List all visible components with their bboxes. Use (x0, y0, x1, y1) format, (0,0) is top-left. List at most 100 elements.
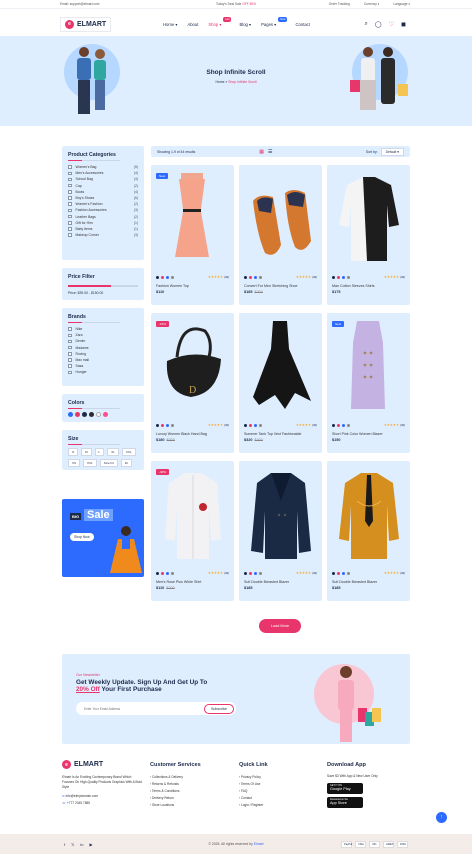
grid-view-icon[interactable]: ▦ (259, 149, 264, 155)
app-store-button[interactable]: Download on the App Store (327, 797, 363, 808)
footer-link[interactable]: › Terms & Conditions (150, 788, 230, 795)
footer-link[interactable]: › Delivery Return (150, 795, 230, 802)
color-swatch[interactable] (89, 412, 94, 417)
product-name[interactable]: Men's Rose Plus White Shirt (156, 580, 229, 584)
product-card[interactable]: -30% ★★★★★ (49) Men's Rose Plus White Shirt… (151, 461, 234, 601)
product-image[interactable] (239, 165, 322, 271)
product-image[interactable] (327, 461, 410, 567)
category-checkbox[interactable] (68, 202, 72, 206)
product-image[interactable] (239, 313, 322, 419)
breadcrumb-home[interactable]: Home (215, 80, 224, 84)
product-card[interactable]: ★★★★★ (49) Convert For Men Stretching Shoe… (239, 165, 322, 305)
product-name[interactable]: Fashion Women Top (156, 284, 229, 288)
variant-swatch[interactable] (171, 275, 174, 279)
product-image[interactable] (327, 165, 410, 271)
variant-swatch[interactable] (161, 571, 164, 575)
nav-item-about[interactable]: About (187, 22, 198, 27)
size-option[interactable]: M (81, 448, 92, 456)
variant-swatch[interactable] (244, 571, 247, 575)
size-option[interactable]: XXL (121, 448, 136, 456)
brand-checkbox[interactable] (68, 345, 72, 350)
support-email[interactable]: Email: support@elmart.com (60, 2, 99, 6)
subscribe-button[interactable]: Subscribe (204, 703, 234, 714)
variant-swatch[interactable] (342, 423, 345, 427)
list-view-icon[interactable]: ☰ (268, 149, 272, 155)
variant-swatch[interactable] (332, 571, 335, 575)
product-name[interactable]: Short Pink Color Women Blazer (332, 432, 405, 436)
variant-swatch[interactable] (254, 571, 257, 575)
variant-swatch[interactable] (347, 275, 350, 279)
variant-swatch[interactable] (337, 571, 340, 575)
footer-link[interactable]: › Collections & Delivery (150, 774, 230, 781)
color-swatch[interactable] (82, 412, 87, 417)
product-card[interactable]: New ★★★★★ (49) Fashion Women Top $110 (151, 165, 234, 305)
brand-checkbox[interactable] (68, 370, 72, 375)
brand-checkbox[interactable] (68, 327, 72, 331)
product-image[interactable]: D -15% (151, 313, 234, 419)
newsletter-email-input[interactable] (84, 706, 184, 711)
color-swatch[interactable] (75, 412, 80, 417)
footer-link[interactable]: › Login / Register (239, 802, 319, 809)
category-checkbox[interactable] (68, 233, 72, 237)
size-option[interactable]: Fit (120, 459, 133, 467)
variant-swatch[interactable] (161, 275, 164, 279)
product-card[interactable]: ★★★★★ (49) Man Cotton Sleeves Shirts $175 (327, 165, 410, 305)
variant-swatch[interactable] (244, 275, 247, 279)
brand-checkbox[interactable] (68, 339, 72, 344)
cart-icon[interactable]: ◼ (401, 21, 406, 28)
footer-link[interactable]: › Contact (239, 795, 319, 802)
variant-swatch[interactable] (171, 571, 174, 575)
product-image[interactable]: New (327, 313, 410, 419)
currency-select[interactable]: Currency ▾ (364, 2, 379, 6)
variant-swatch[interactable] (337, 423, 340, 427)
category-checkbox[interactable] (68, 196, 72, 200)
footer-link[interactable]: › Privacy Policy (239, 774, 319, 781)
variant-swatch[interactable] (347, 571, 350, 575)
product-image[interactable] (239, 461, 322, 567)
product-name[interactable]: Suit Double Breasted Blazer (244, 580, 317, 584)
variant-swatch[interactable] (161, 423, 164, 427)
footer-link[interactable]: › Store Locations (150, 802, 230, 809)
variant-swatch[interactable] (342, 571, 345, 575)
nav-item-pages[interactable]: Pages ▾New (261, 16, 288, 27)
category-checkbox[interactable] (68, 171, 72, 176)
variant-swatch[interactable] (244, 423, 247, 427)
color-swatch[interactable] (68, 412, 73, 417)
copyright-brand[interactable]: Elmart (254, 842, 264, 846)
order-tracking-link[interactable]: Order Tracking (329, 2, 350, 6)
footer-link[interactable]: › Returns & Refunds (150, 781, 230, 788)
product-name[interactable]: Luxury Women Black Hand Bag (156, 432, 229, 436)
variant-swatch[interactable] (156, 423, 159, 427)
product-name[interactable]: Convert For Men Stretching Shoe (244, 284, 317, 288)
category-checkbox[interactable] (68, 227, 72, 231)
variant-swatch[interactable] (249, 275, 252, 279)
product-card[interactable]: New ★★★★★ (49) Short Pink Color Women Blaze… (327, 313, 410, 453)
load-more-button[interactable]: Load More (259, 619, 301, 633)
nav-item-shop[interactable]: Shop ▾Hot (208, 16, 232, 27)
nav-item-home[interactable]: Home ▾ (163, 22, 177, 27)
category-checkbox[interactable] (68, 165, 72, 169)
nav-item-contact[interactable]: Contact (295, 22, 309, 27)
search-icon[interactable]: ⌕ (365, 21, 368, 28)
promo-banner[interactable]: BIG Sale Shop Now (62, 499, 144, 577)
variant-swatch[interactable] (249, 571, 252, 575)
sort-select[interactable]: Default ▾ (380, 147, 404, 156)
product-card[interactable]: ★★★★★ (49) Summer Tank Top Vest Fashionabl… (239, 313, 322, 453)
scroll-top-button[interactable]: ↑ (436, 812, 447, 823)
size-option[interactable]: XL (107, 448, 119, 456)
footer-phone[interactable]: ☏ +777 2345 7885 (62, 800, 142, 807)
category-item[interactable]: Makeup Corner (3) (68, 232, 138, 238)
product-image[interactable]: New (151, 165, 234, 271)
variant-swatch[interactable] (332, 275, 335, 279)
brand-checkbox[interactable] (68, 364, 72, 368)
product-card[interactable]: D -15% ★★★★★ (49) Luxury Women Black Hand Ba… (151, 313, 234, 453)
product-name[interactable]: Summer Tank Top Vest Fashionable (244, 432, 317, 436)
nav-item-blog[interactable]: Blog ▾ (239, 22, 251, 27)
variant-swatch[interactable] (166, 423, 169, 427)
brand-checkbox[interactable] (68, 358, 72, 362)
variant-swatch[interactable] (166, 275, 169, 279)
variant-swatch[interactable] (347, 423, 350, 427)
variant-swatch[interactable] (156, 571, 159, 575)
product-name[interactable]: Suit Double Breasted Blazer (332, 580, 405, 584)
variant-swatch[interactable] (259, 275, 262, 279)
